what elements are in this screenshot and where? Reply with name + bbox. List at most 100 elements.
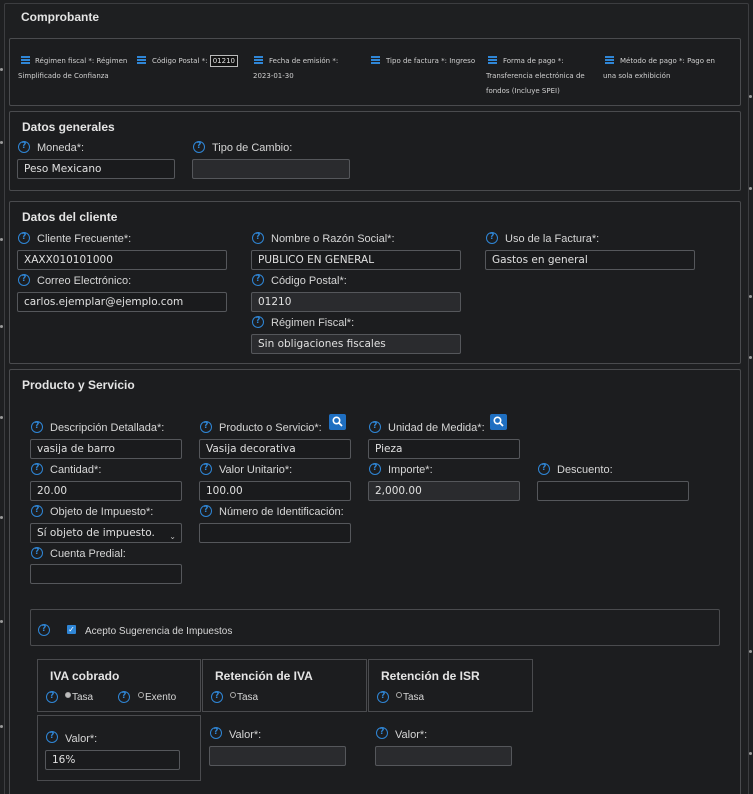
producto-servicio-label: Producto o Servicio*: xyxy=(219,422,322,434)
correo-field[interactable]: carlos.ejemplar@ejemplo.com xyxy=(17,292,227,312)
iva-exento-radio[interactable] xyxy=(138,692,144,698)
question-circle-icon[interactable]: ? xyxy=(200,463,212,475)
iva-cobrado-title: IVA cobrado xyxy=(50,669,120,683)
codigo-postal-summary: Código Postal *: 01210 xyxy=(152,54,247,69)
gutter-marker xyxy=(749,187,752,190)
datos-cliente-title: Datos del cliente xyxy=(22,210,118,224)
gutter-marker xyxy=(0,620,3,623)
question-circle-icon[interactable]: ? xyxy=(193,141,205,153)
question-circle-icon[interactable]: ? xyxy=(46,731,58,743)
gutter-marker xyxy=(0,725,3,728)
datos-generales-panel xyxy=(9,111,741,191)
tipo-cambio-label: Tipo de Cambio: xyxy=(212,142,293,154)
producto-search-button[interactable] xyxy=(329,414,346,430)
ret-isr-tasa-radio[interactable] xyxy=(396,692,402,698)
unidad-search-button[interactable] xyxy=(490,414,507,430)
valor-unitario-field[interactable]: 100.00 xyxy=(199,481,351,501)
forma-pago-summary: Forma de pago *: Transferencia electróni… xyxy=(486,57,585,95)
ret-iva-tasa-radio[interactable] xyxy=(230,692,236,698)
metodo-pago-summary: Método de pago *: Pago en una sola exhib… xyxy=(603,57,715,80)
iva-valor-box xyxy=(37,715,201,781)
nombre-razon-social-label: Nombre o Razón Social*: xyxy=(271,233,395,245)
gutter-marker xyxy=(749,752,752,755)
moneda-field[interactable]: Peso Mexicano xyxy=(17,159,175,179)
magnifier-icon xyxy=(493,416,504,427)
question-circle-icon[interactable]: ? xyxy=(31,547,43,559)
nombre-razon-social-field[interactable]: PUBLICO EN GENERAL xyxy=(251,250,461,270)
numero-identificacion-field[interactable] xyxy=(199,523,351,543)
tipo-factura-summary: Tipo de factura *: Ingreso xyxy=(386,57,476,65)
sugerencia-checkbox[interactable]: ✓ xyxy=(67,625,76,634)
objeto-impuesto-label: Objeto de Impuesto*: xyxy=(50,506,154,518)
question-circle-icon[interactable]: ? xyxy=(18,274,30,286)
ret-iva-tasa-label: Tasa xyxy=(237,692,259,703)
gutter-marker xyxy=(0,238,3,241)
gutter-marker xyxy=(749,95,752,98)
regimen-fiscal-summary: Régimen fiscal *: Régimen Simplificado d… xyxy=(18,57,128,80)
gutter-marker xyxy=(749,356,752,359)
question-circle-icon[interactable]: ? xyxy=(376,727,388,739)
question-circle-icon[interactable]: ? xyxy=(211,691,223,703)
iva-valor-label: Valor*: xyxy=(65,733,98,745)
question-circle-icon[interactable]: ? xyxy=(31,421,43,433)
objeto-impuesto-select[interactable]: Sí objeto de impuesto. ⌄ xyxy=(30,523,182,543)
fecha-emision-summary: Fecha de emisión *: 2023-01-30 xyxy=(253,57,339,80)
ret-iva-valor-field[interactable] xyxy=(209,746,346,766)
cliente-regimen-label: Régimen Fiscal*: xyxy=(271,317,355,329)
question-circle-icon[interactable]: ? xyxy=(31,463,43,475)
cliente-frecuente-field[interactable]: XAXX010101000 xyxy=(17,250,227,270)
gutter-marker xyxy=(749,650,752,653)
question-circle-icon[interactable]: ? xyxy=(377,691,389,703)
question-circle-icon[interactable]: ? xyxy=(38,624,50,636)
iva-valor-field[interactable]: 16% xyxy=(45,750,180,770)
question-circle-icon[interactable]: ? xyxy=(118,691,130,703)
question-circle-icon[interactable]: ? xyxy=(252,274,264,286)
cuenta-predial-field[interactable] xyxy=(30,564,182,584)
question-circle-icon[interactable]: ? xyxy=(200,505,212,517)
descuento-field[interactable] xyxy=(537,481,689,501)
iva-cobrado-box xyxy=(37,659,201,712)
comprobante-title: Comprobante xyxy=(21,10,99,24)
question-circle-icon[interactable]: ? xyxy=(210,727,222,739)
retencion-isr-title: Retención de ISR xyxy=(381,669,480,683)
question-circle-icon[interactable]: ? xyxy=(200,421,212,433)
unidad-medida-field[interactable]: Pieza xyxy=(368,439,520,459)
codigo-postal-input[interactable]: 01210 xyxy=(209,55,238,67)
descuento-label: Descuento: xyxy=(557,464,613,476)
question-circle-icon[interactable]: ? xyxy=(18,232,30,244)
question-circle-icon[interactable]: ? xyxy=(252,232,264,244)
tipo-cambio-field[interactable] xyxy=(192,159,350,179)
sugerencia-label: Acepto Sugerencia de Impuestos xyxy=(85,626,233,637)
cliente-cp-field[interactable]: 01210 xyxy=(251,292,461,312)
iva-exento-label: Exento xyxy=(145,692,177,703)
gutter-marker xyxy=(0,325,3,328)
question-circle-icon[interactable]: ? xyxy=(369,463,381,475)
iva-tasa-radio[interactable] xyxy=(65,692,71,698)
question-circle-icon[interactable]: ? xyxy=(538,463,550,475)
uso-factura-label: Uso de la Factura*: xyxy=(505,233,600,245)
producto-servicio-title: Producto y Servicio xyxy=(22,378,135,392)
question-circle-icon[interactable]: ? xyxy=(46,691,58,703)
question-circle-icon[interactable]: ? xyxy=(369,421,381,433)
question-circle-icon[interactable]: ? xyxy=(252,316,264,328)
descripcion-field[interactable]: vasija de barro xyxy=(30,439,182,459)
producto-servicio-field[interactable]: Vasija decorativa xyxy=(199,439,351,459)
question-circle-icon[interactable]: ? xyxy=(18,141,30,153)
valor-unitario-label: Valor Unitario*: xyxy=(219,464,293,476)
gutter-marker xyxy=(0,516,3,519)
list-icon xyxy=(137,56,146,64)
uso-factura-field[interactable]: Gastos en general xyxy=(485,250,695,270)
cliente-regimen-field[interactable]: Sin obligaciones fiscales xyxy=(251,334,461,354)
importe-field[interactable]: 2,000.00 xyxy=(368,481,520,501)
gutter-marker xyxy=(0,68,3,71)
question-circle-icon[interactable]: ? xyxy=(31,505,43,517)
question-circle-icon[interactable]: ? xyxy=(486,232,498,244)
ret-isr-valor-field[interactable] xyxy=(375,746,512,766)
ret-isr-tasa-label: Tasa xyxy=(403,692,425,703)
cantidad-label: Cantidad*: xyxy=(50,464,102,476)
datos-generales-title: Datos generales xyxy=(22,120,115,134)
gutter-marker xyxy=(0,416,3,419)
importe-label: Importe*: xyxy=(388,464,433,476)
cantidad-field[interactable]: 20.00 xyxy=(30,481,182,501)
chevron-down-icon: ⌄ xyxy=(169,532,176,541)
